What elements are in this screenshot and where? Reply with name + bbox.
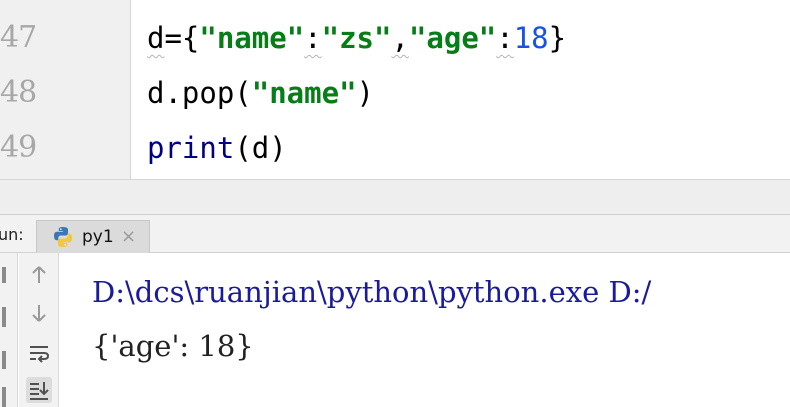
line-number: 49 [0, 130, 37, 165]
line-number: 47 [0, 20, 37, 55]
code-token: : [496, 21, 514, 55]
run-panel: D:\dcs\ruanjian\python\python.exe D:/ {'a… [0, 253, 790, 407]
strip-marker [2, 307, 6, 327]
code-token: : [304, 21, 322, 55]
strip-marker [2, 267, 6, 283]
code-token: print [147, 131, 235, 165]
strip-marker [2, 387, 6, 407]
code-line[interactable]: d.pop("name") [147, 73, 374, 113]
close-icon[interactable]: × [121, 226, 136, 247]
code-line[interactable]: print(d) [147, 128, 287, 168]
strip-marker [2, 351, 6, 369]
code-token: ) [356, 76, 374, 110]
line-number-gutter: 47 48 49 [0, 0, 131, 179]
code-token: d.pop( [147, 76, 252, 110]
console-result-line: {'age': 18} [92, 329, 254, 363]
up-arrow-icon[interactable] [26, 262, 52, 288]
code-token: d [147, 21, 165, 55]
python-icon [54, 227, 72, 247]
scroll-to-end-icon[interactable] [26, 377, 52, 403]
code-token: (d) [234, 131, 287, 165]
code-editor[interactable]: 47 48 49 d={"name":"zs","age":18} d.pop(… [0, 0, 790, 179]
code-token: "name" [199, 21, 305, 55]
code-token: "zs" [321, 21, 392, 55]
console-output[interactable]: D:\dcs\ruanjian\python\python.exe D:/ {'a… [92, 265, 651, 373]
code-token: "age" [408, 21, 497, 55]
code-token: "name" [251, 76, 357, 110]
code-token: 18 [513, 21, 549, 55]
soft-wrap-icon[interactable] [26, 340, 52, 366]
run-tab-py1[interactable]: py1 × [36, 220, 150, 253]
down-arrow-icon[interactable] [26, 300, 52, 326]
run-label: un: [0, 225, 24, 244]
run-toolbar [19, 253, 59, 407]
code-token: , [391, 21, 409, 55]
panel-splitter[interactable] [0, 179, 790, 215]
run-tool-window-header: un: py1 × [0, 215, 790, 253]
code-line[interactable]: d={"name":"zs","age":18} [147, 18, 566, 58]
code-token: } [548, 21, 567, 55]
console-command-line: D:\dcs\ruanjian\python\python.exe D:/ [92, 275, 652, 309]
code-token: ={ [164, 21, 200, 55]
run-tab-title: py1 [82, 227, 114, 247]
line-number: 48 [0, 75, 37, 110]
left-tool-strip [0, 253, 18, 407]
